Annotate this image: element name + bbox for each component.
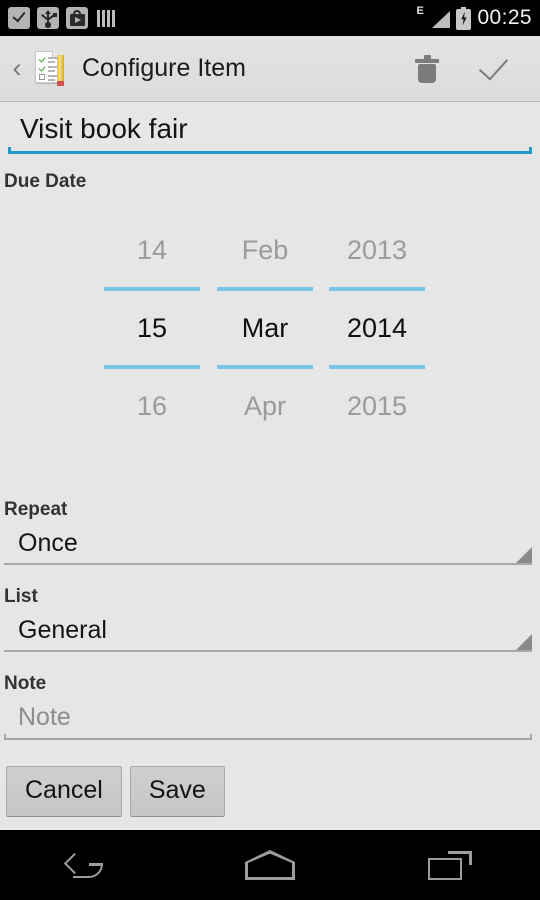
- action-bar: ‹ Configure Item: [0, 36, 540, 102]
- month-previous-value[interactable]: Feb: [205, 213, 325, 287]
- year-next-value[interactable]: 2015: [317, 369, 437, 443]
- nav-recents-button[interactable]: [360, 830, 540, 900]
- status-bar: E 00:25: [0, 0, 540, 36]
- usb-icon: [37, 7, 59, 29]
- battery-charging-icon: [456, 6, 472, 30]
- list-spinner-value: General: [18, 616, 107, 644]
- status-bar-right-icons: E 00:25: [416, 5, 532, 30]
- back-chevron-icon[interactable]: ‹: [6, 55, 28, 82]
- repeat-label: Repeat: [4, 499, 68, 520]
- bars-icon: [95, 7, 117, 29]
- home-icon: [245, 850, 295, 880]
- page-title: Configure Item: [82, 54, 246, 82]
- date-picker-day-column[interactable]: 14 15 16: [92, 213, 212, 443]
- date-picker-month-column[interactable]: Feb Mar Apr: [205, 213, 325, 443]
- nav-back-button[interactable]: [0, 830, 180, 900]
- repeat-spinner[interactable]: Once: [4, 527, 532, 565]
- trash-icon[interactable]: [414, 54, 440, 84]
- action-bar-buttons: [414, 54, 540, 84]
- year-previous-value[interactable]: 2013: [317, 213, 437, 287]
- play-store-icon: [66, 7, 88, 29]
- title-input-underline: [8, 147, 532, 154]
- checkbox-icon: [8, 7, 30, 29]
- date-picker-year-column[interactable]: 2013 2014 2015: [317, 213, 437, 443]
- repeat-spinner-underline: [4, 563, 532, 565]
- note-input-underline: [4, 734, 532, 740]
- recents-icon: [428, 850, 472, 880]
- clock-label: 00:25: [477, 6, 532, 29]
- title-input-value: Visit book fair: [20, 113, 188, 144]
- day-previous-value[interactable]: 14: [92, 213, 212, 287]
- year-selected-value[interactable]: 2014: [317, 291, 437, 365]
- month-next-value[interactable]: Apr: [205, 369, 325, 443]
- chevron-down-icon: [516, 634, 532, 650]
- navigation-bar: [0, 830, 540, 900]
- note-input-placeholder: Note: [18, 703, 71, 731]
- repeat-spinner-value: Once: [18, 529, 78, 557]
- nav-home-button[interactable]: [180, 830, 360, 900]
- phone-screen: E 00:25 ‹ Configure Item Visit book fair…: [0, 0, 540, 900]
- title-input[interactable]: Visit book fair: [8, 109, 532, 154]
- signal-icon: E: [416, 5, 451, 30]
- form-content: Visit book fair Due Date 14 15 16 Feb Ma…: [0, 103, 540, 830]
- list-label: List: [4, 586, 38, 607]
- form-button-row: Cancel Save: [6, 766, 225, 817]
- list-spinner[interactable]: General: [4, 614, 532, 652]
- save-button[interactable]: Save: [129, 766, 225, 817]
- note-input[interactable]: Note: [4, 701, 532, 740]
- back-icon: [63, 850, 113, 880]
- chevron-down-icon: [516, 547, 532, 563]
- date-picker[interactable]: 14 15 16 Feb Mar Apr 2013 2014 2015: [0, 213, 540, 471]
- network-type-label: E: [416, 5, 424, 17]
- list-spinner-underline: [4, 650, 532, 652]
- note-label: Note: [4, 673, 47, 694]
- day-selected-value[interactable]: 15: [92, 291, 212, 365]
- month-selected-value[interactable]: Mar: [205, 291, 325, 365]
- cancel-button[interactable]: Cancel: [6, 766, 122, 817]
- check-icon[interactable]: [476, 54, 510, 84]
- status-bar-left-icons: [8, 7, 117, 29]
- day-next-value[interactable]: 16: [92, 369, 212, 443]
- checklist-document-icon[interactable]: [30, 48, 68, 90]
- due-date-label: Due Date: [4, 171, 87, 192]
